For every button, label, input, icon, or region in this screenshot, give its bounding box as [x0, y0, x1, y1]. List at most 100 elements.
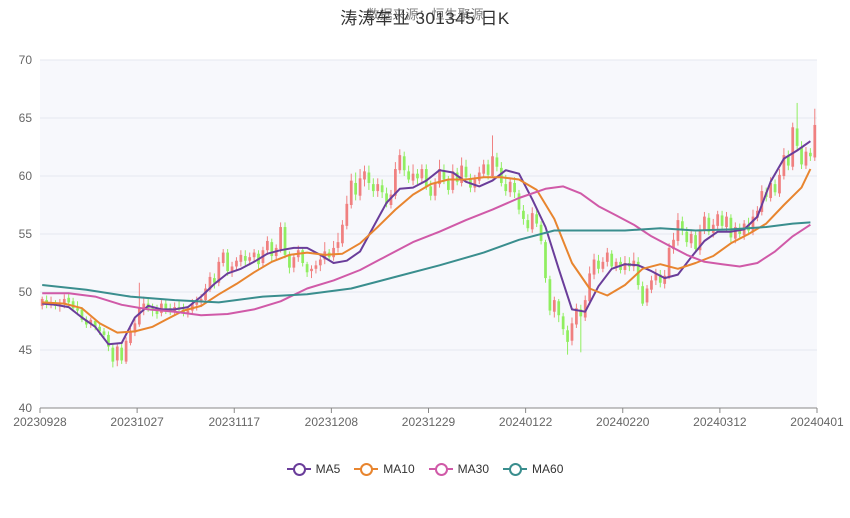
- y-tick-label: 65: [19, 111, 33, 125]
- candle-body: [711, 224, 715, 233]
- legend-marker-icon: [503, 463, 528, 476]
- candle-body: [645, 288, 649, 303]
- candle-body: [544, 242, 547, 279]
- legend-item-ma5[interactable]: MA5: [286, 462, 341, 476]
- candle-body: [371, 184, 375, 192]
- candle-body: [120, 347, 124, 361]
- candle-body: [482, 164, 486, 174]
- y-axis: 40 45 50 55 60 65 70: [19, 53, 33, 415]
- candle-body: [491, 156, 494, 176]
- x-tick-label: 20231117: [208, 415, 260, 429]
- candle-body: [464, 166, 468, 178]
- candle-body: [601, 261, 605, 269]
- candle-body: [694, 235, 697, 250]
- candle: [548, 275, 552, 316]
- candle: [124, 337, 128, 364]
- candle-body: [689, 234, 693, 244]
- candle-body: [349, 180, 353, 205]
- candle-body: [230, 266, 234, 272]
- candle-body: [248, 257, 252, 261]
- candle-body: [354, 182, 358, 195]
- candle-body: [729, 217, 733, 238]
- candle-body: [67, 297, 71, 303]
- candle-body: [725, 216, 728, 228]
- x-tick-label: 20240312: [693, 415, 747, 429]
- candle-body: [226, 252, 229, 272]
- legend-label: MA30: [457, 462, 490, 476]
- candle-body: [486, 164, 490, 175]
- candle-body: [446, 180, 450, 190]
- candle-body: [778, 174, 781, 194]
- candle-body: [76, 308, 79, 311]
- candle-body: [517, 193, 521, 210]
- candle-body: [283, 227, 287, 255]
- candle-body: [336, 242, 340, 248]
- legend-marker-icon: [354, 463, 379, 476]
- candle-body: [318, 259, 322, 266]
- candle-body: [380, 185, 384, 193]
- candlestick-chart: 40455055606570 20230928 20231027 20231117 2…: [13, 53, 844, 429]
- candle-body: [800, 147, 803, 165]
- candle-body: [129, 331, 132, 344]
- candle-body: [376, 184, 380, 192]
- candle-body: [429, 186, 433, 196]
- candle-body: [416, 173, 419, 179]
- candle-body: [363, 171, 366, 180]
- candle-body: [504, 184, 508, 192]
- candle: [667, 243, 671, 280]
- candle-body: [795, 128, 799, 146]
- candle-body: [433, 182, 437, 196]
- candle-body: [650, 280, 653, 290]
- candle-body: [314, 265, 318, 269]
- legend-marker-icon: [428, 463, 453, 476]
- candle-body: [716, 214, 720, 226]
- candle-body: [566, 330, 569, 342]
- candle-body: [786, 156, 790, 166]
- candle-body: [522, 210, 525, 219]
- y-tick-label: 40: [19, 401, 33, 415]
- candle-body: [676, 220, 680, 241]
- x-tick-label: 20240401: [790, 415, 844, 429]
- candle-body: [535, 214, 539, 224]
- candle-body: [508, 181, 512, 193]
- candle-body: [111, 347, 115, 362]
- y-tick-label: 60: [19, 169, 33, 183]
- legend-item-ma60[interactable]: MA60: [503, 462, 563, 476]
- candle-body: [561, 316, 565, 330]
- x-tick-label: 20230928: [13, 415, 67, 429]
- x-tick-label: 20231208: [305, 415, 359, 429]
- candle-body: [407, 171, 411, 180]
- x-axis: 20230928 20231027 20231117 20231208 20231229…: [13, 407, 844, 429]
- candle: [791, 122, 795, 171]
- candle-body: [557, 301, 561, 316]
- candle-body: [252, 252, 256, 258]
- candle-body: [495, 157, 499, 167]
- candle-body: [137, 308, 141, 325]
- candle-body: [477, 172, 481, 181]
- legend-item-ma10[interactable]: MA10: [354, 462, 415, 476]
- candle-body: [332, 247, 335, 258]
- legend-label: MA10: [383, 462, 415, 476]
- candle-body: [526, 220, 530, 229]
- legend-item-ma30[interactable]: MA30: [428, 462, 490, 476]
- legend: MA5 MA10 MA30 MA60: [0, 462, 850, 476]
- candle-body: [592, 259, 596, 275]
- candle-body: [124, 340, 128, 362]
- legend-label: MA5: [315, 462, 341, 476]
- candle: [544, 239, 547, 283]
- candle-body: [685, 231, 689, 243]
- candle-body: [813, 124, 817, 158]
- candle-body: [305, 264, 309, 273]
- candle-body: [239, 254, 243, 262]
- x-tick-label: 20240122: [499, 415, 553, 429]
- candle-body: [420, 169, 424, 179]
- candle-body: [605, 252, 609, 262]
- candle-body: [398, 155, 402, 171]
- candle-body: [402, 156, 406, 171]
- legend-marker-icon: [286, 463, 311, 476]
- candle-body: [773, 184, 777, 193]
- candle-body: [265, 240, 269, 251]
- y-tick-label: 55: [19, 227, 33, 241]
- candle-body: [292, 257, 296, 268]
- candle-body: [115, 346, 119, 361]
